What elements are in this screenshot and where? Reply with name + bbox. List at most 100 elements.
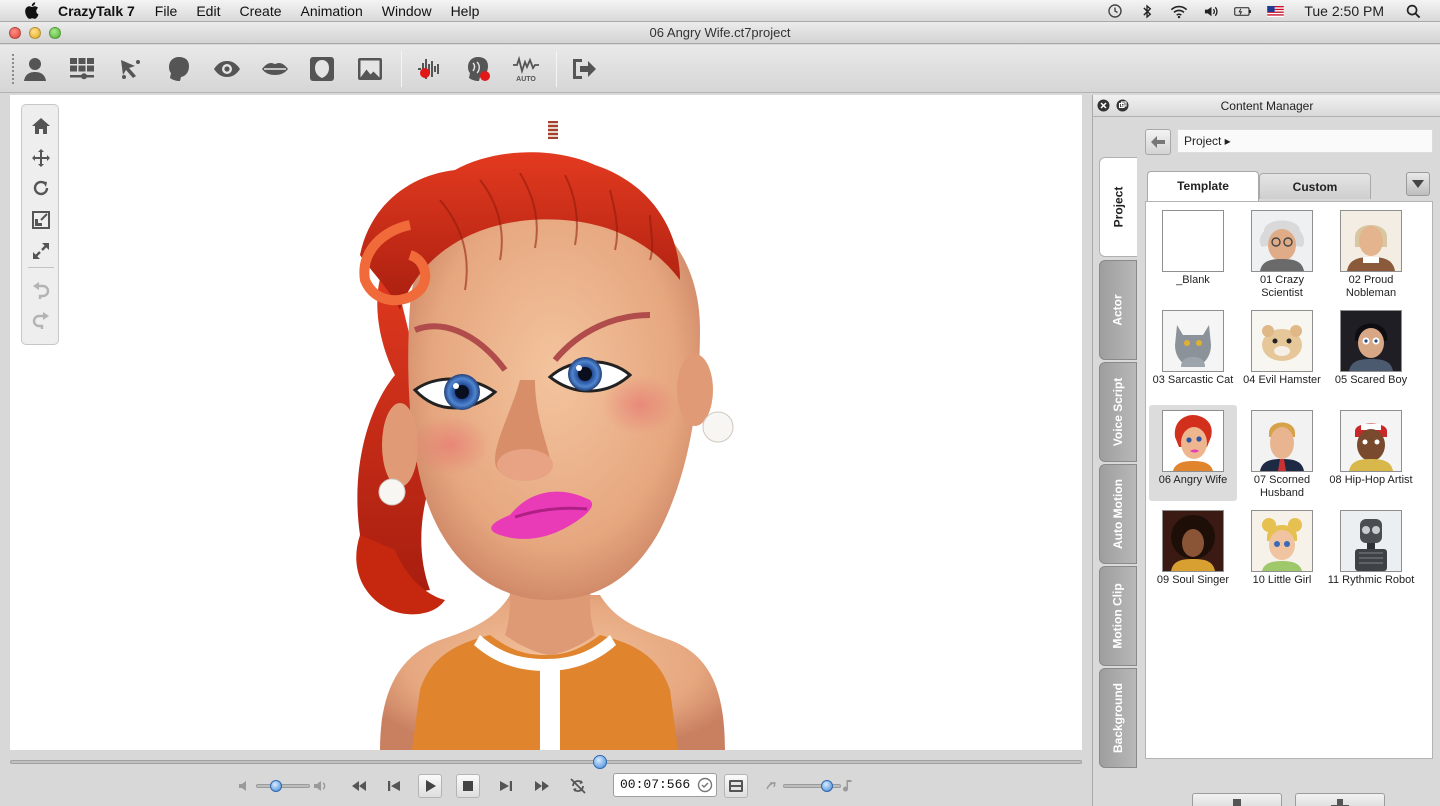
side-tab-voice-script[interactable]: Voice Script <box>1099 362 1137 462</box>
next-frame-button[interactable] <box>494 774 518 798</box>
timeline-scrubber[interactable] <box>10 755 1082 769</box>
wifi-icon[interactable] <box>1170 3 1188 19</box>
eye-icon <box>214 61 240 77</box>
speed-slider[interactable] <box>783 780 841 792</box>
template-item[interactable]: 11 Rythmic Robot <box>1327 505 1415 601</box>
volume-slider-knob[interactable] <box>270 780 283 792</box>
side-tab-project[interactable]: Project <box>1099 157 1137 257</box>
menu-file[interactable]: File <box>155 3 178 19</box>
template-label: 01 Crazy Scientist <box>1259 274 1305 299</box>
stop-button[interactable] <box>456 774 480 798</box>
face-puppet-icon <box>468 57 490 81</box>
stage-viewport[interactable] <box>10 95 1082 750</box>
menu-animation[interactable]: Animation <box>301 3 363 19</box>
close-window-button[interactable] <box>9 27 21 39</box>
timecode-value: 00:07:566 <box>620 777 691 792</box>
background-image-button[interactable] <box>352 51 388 87</box>
menu-help[interactable]: Help <box>451 3 480 19</box>
template-item[interactable]: 01 Crazy Scientist <box>1238 205 1326 301</box>
nav-tools-separator <box>28 267 54 268</box>
clock-check-icon[interactable] <box>697 777 713 793</box>
record-voice-button[interactable] <box>412 51 448 87</box>
menubar-clock[interactable]: Tue 2:50 PM <box>1304 3 1384 19</box>
rotate-button[interactable] <box>28 176 54 202</box>
actor-button[interactable] <box>17 51 53 87</box>
template-label: 11 Rythmic Robot <box>1327 574 1415 586</box>
side-tab-auto-motion[interactable]: Auto Motion <box>1099 464 1137 564</box>
face-puppet-button[interactable] <box>460 51 496 87</box>
spotlight-search-icon[interactable] <box>1404 3 1422 19</box>
minimize-window-button[interactable] <box>29 27 41 39</box>
template-item-selected[interactable]: 06 Angry Wife <box>1149 405 1237 501</box>
close-panel-icon[interactable] <box>1097 99 1110 112</box>
home-view-button[interactable] <box>28 113 54 139</box>
toggle-panel-button[interactable] <box>724 774 748 798</box>
side-tab-background[interactable]: Background <box>1099 668 1137 768</box>
menu-window[interactable]: Window <box>382 3 432 19</box>
menu-app-name[interactable]: CrazyTalk 7 <box>58 3 135 19</box>
auto-label: AUTO <box>516 76 536 83</box>
fit-icon <box>33 243 49 259</box>
template-item[interactable]: 05 Scared Boy <box>1327 305 1415 401</box>
us-flag-icon[interactable] <box>1266 3 1284 19</box>
export-button[interactable] <box>566 51 602 87</box>
head-handle-gizmo[interactable] <box>548 121 558 139</box>
timeline-playhead[interactable] <box>592 755 607 769</box>
float-panel-icon[interactable] <box>1116 99 1129 112</box>
window-title: 06 Angry Wife.ct7project <box>649 25 791 40</box>
template-item[interactable]: 07 Scorned Husband <box>1238 405 1326 501</box>
apply-template-button[interactable] <box>1192 793 1282 806</box>
loop-toggle-button[interactable] <box>566 774 590 798</box>
breadcrumb[interactable]: Project ▸ <box>1177 129 1433 153</box>
toolbar-grip[interactable] <box>11 53 15 85</box>
tab-template[interactable]: Template <box>1147 171 1259 201</box>
side-tab-actor[interactable]: Actor <box>1099 260 1137 360</box>
content-manager-header: Content Manager <box>1093 95 1440 117</box>
content-menu-button[interactable] <box>1406 172 1430 196</box>
template-item[interactable]: 02 Proud Nobleman <box>1327 205 1415 301</box>
template-item[interactable]: 09 Soul Singer <box>1149 505 1237 601</box>
menu-create[interactable]: Create <box>239 3 281 19</box>
fit-view-button[interactable] <box>28 238 54 264</box>
previous-frame-icon <box>388 781 400 791</box>
speed-slider-knob[interactable] <box>821 780 834 792</box>
template-item[interactable]: 04 Evil Hamster <box>1238 305 1326 401</box>
template-grid-button[interactable] <box>64 51 100 87</box>
menu-edit[interactable]: Edit <box>196 3 220 19</box>
previous-frame-button[interactable] <box>382 774 406 798</box>
undo-button[interactable] <box>28 278 54 304</box>
template-item[interactable]: 03 Sarcastic Cat <box>1149 305 1237 401</box>
redo-button[interactable] <box>28 308 54 334</box>
volume-slider[interactable] <box>256 780 310 792</box>
template-label: 07 Scorned Husband <box>1253 474 1311 499</box>
template-item[interactable]: 08 Hip-Hop Artist <box>1327 405 1415 501</box>
time-machine-icon[interactable] <box>1106 3 1124 19</box>
auto-motion-button[interactable]: AUTO <box>508 51 544 87</box>
side-tab-motion-clip[interactable]: Motion Clip <box>1099 566 1137 666</box>
scale-button[interactable] <box>28 207 54 233</box>
back-button[interactable] <box>1145 129 1171 155</box>
apple-icon[interactable] <box>20 2 42 19</box>
face-fitting-button[interactable] <box>112 51 148 87</box>
zoom-window-button[interactable] <box>49 27 61 39</box>
head-button[interactable] <box>161 51 197 87</box>
face-mask-button[interactable] <box>304 51 340 87</box>
eye-button[interactable] <box>209 51 245 87</box>
template-thumbnail <box>1340 310 1402 372</box>
template-item[interactable]: _Blank <box>1149 205 1237 301</box>
rewind-button[interactable] <box>347 774 371 798</box>
timeline-track[interactable] <box>10 760 1082 764</box>
fast-forward-button[interactable] <box>530 774 554 798</box>
bluetooth-icon[interactable] <box>1138 3 1156 19</box>
battery-icon[interactable] <box>1234 3 1252 19</box>
template-item[interactable]: 10 Little Girl <box>1238 505 1326 601</box>
template-label: 05 Scared Boy <box>1334 374 1408 386</box>
lips-button[interactable] <box>257 51 293 87</box>
timecode-field[interactable]: 00:07:566 <box>613 773 717 797</box>
angry-wife-character <box>356 152 734 750</box>
volume-icon[interactable] <box>1202 3 1220 19</box>
move-button[interactable] <box>28 145 54 171</box>
tab-custom[interactable]: Custom <box>1259 173 1371 199</box>
play-button[interactable] <box>418 774 442 798</box>
add-to-library-button[interactable] <box>1295 793 1385 806</box>
